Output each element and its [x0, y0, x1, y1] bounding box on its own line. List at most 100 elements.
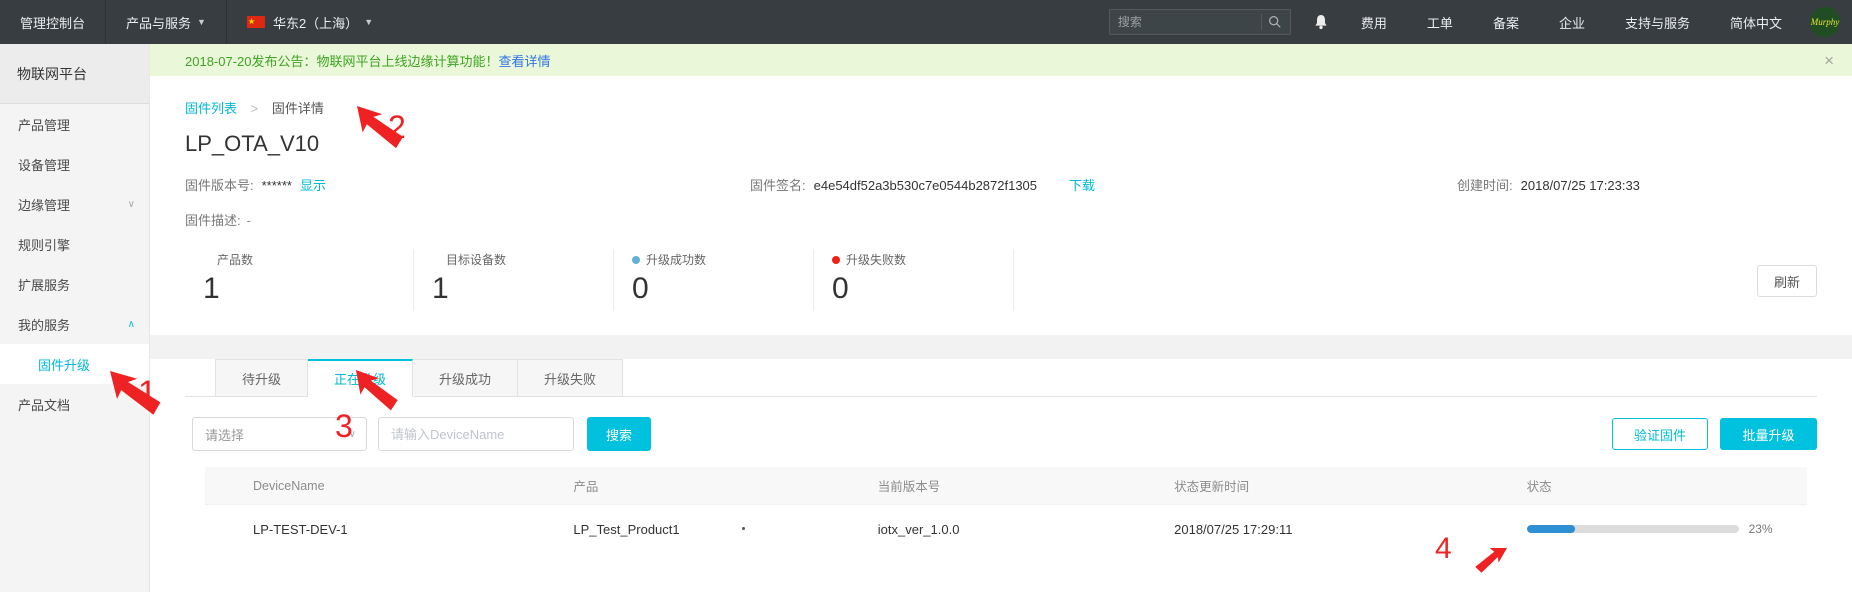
region-selector[interactable]: ★ 华东2（上海） ▼ [227, 0, 393, 44]
iot-console-page: 管理控制台 产品与服务 ▼ ★ 华东2（上海） ▼ 费用 工单 备案 企业 支持… [0, 0, 1852, 592]
sidebar-item-rules-engine[interactable]: 规则引擎 [0, 224, 149, 264]
firmware-version-value: ****** [262, 178, 292, 193]
notification-bell-icon[interactable] [1301, 0, 1341, 44]
nav-enterprise[interactable]: 企业 [1539, 0, 1605, 44]
announcement-banner: 2018-07-20发布公告：物联网平台上线边缘计算功能！ 查看详情 × [150, 44, 1852, 76]
region-label: 华东2（上海） [273, 13, 358, 32]
chevron-down-icon: ∨ [349, 429, 356, 440]
cell-product: LP_Test_Product1 [525, 522, 829, 537]
cell-status-updated: 2018/07/25 17:29:11 [1126, 522, 1478, 537]
cursor-artifact-dot [742, 527, 745, 530]
breadcrumb-current: 固件详情 [272, 101, 324, 116]
nav-tickets-label: 工单 [1427, 13, 1453, 32]
stat-product-count-value: 1 [203, 272, 413, 305]
product-select[interactable]: 请选择 ∨ [192, 417, 367, 451]
banner-close-icon[interactable]: × [1820, 52, 1838, 69]
chevron-down-icon: ∨ [128, 199, 135, 210]
search-button[interactable]: 搜索 [587, 417, 651, 451]
created-time-value: 2018/07/25 17:23:33 [1521, 178, 1640, 193]
cell-current-version: iotx_ver_1.0.0 [830, 522, 1126, 537]
tab-failed[interactable]: 升级失败 [518, 359, 623, 397]
status-tabbar: 待升级 正在升级 升级成功 升级失败 [185, 359, 1817, 397]
firmware-version-field: 固件版本号:******显示 [185, 175, 750, 194]
nav-billing[interactable]: 费用 [1341, 0, 1407, 44]
topbar-search-input[interactable] [1118, 15, 1255, 29]
nav-support[interactable]: 支持与服务 [1605, 0, 1710, 44]
table-row: LP-TEST-DEV-1 LP_Test_Product1 iotx_ver_… [205, 505, 1807, 553]
stat-upgrade-failed: 升级失败数 0 [814, 249, 1014, 311]
sidebar-item-device-mgmt[interactable]: 设备管理 [0, 144, 149, 184]
batch-upgrade-button[interactable]: 批量升级 [1720, 418, 1817, 450]
tab-pending[interactable]: 待升级 [215, 359, 308, 397]
progress-percent-label: 23% [1749, 522, 1773, 536]
col-product: 产品 [525, 476, 829, 495]
nav-icp-label: 备案 [1493, 13, 1519, 32]
nav-enterprise-label: 企业 [1559, 13, 1585, 32]
caret-down-icon: ▼ [364, 17, 373, 27]
nav-support-label: 支持与服务 [1625, 13, 1690, 32]
stats-row: 产品数 1 目标设备数 1 升级成功数 0 升级失败数 0 [185, 249, 1817, 311]
announcement-details-link[interactable]: 查看详情 [499, 51, 551, 70]
nav-language-label: 简体中文 [1730, 13, 1782, 32]
nav-products-label: 产品与服务 [126, 13, 191, 32]
china-flag-icon: ★ [247, 16, 265, 28]
upgrade-status-card: 待升级 正在升级 升级成功 升级失败 请选择 ∨ 搜索 验证固件 批量升级 [150, 359, 1852, 592]
nav-icp[interactable]: 备案 [1473, 0, 1539, 44]
tab-success[interactable]: 升级成功 [413, 359, 518, 397]
sidebar: 物联网平台 产品管理 设备管理 边缘管理∨ 规则引擎 扩展服务 我的服务∧ 固件… [0, 44, 150, 592]
devicename-input[interactable] [378, 417, 574, 451]
col-current-version: 当前版本号 [830, 476, 1126, 495]
caret-down-icon: ▼ [197, 17, 206, 27]
sidebar-item-product-docs[interactable]: 产品文档 [0, 384, 149, 424]
show-version-link[interactable]: 显示 [300, 178, 326, 193]
stat-target-devices-value: 1 [432, 272, 613, 305]
filter-row: 请选择 ∨ 搜索 验证固件 批量升级 [185, 417, 1817, 451]
chevron-up-icon: ∧ [128, 319, 135, 330]
nav-billing-label: 费用 [1361, 13, 1387, 32]
sidebar-item-firmware-upgrade[interactable]: 固件升级 [0, 344, 149, 384]
col-status: 状态 [1479, 476, 1807, 495]
sidebar-title: 物联网平台 [0, 44, 149, 104]
nav-language[interactable]: 简体中文 [1710, 0, 1802, 44]
firmware-description-value: - [247, 213, 251, 228]
progress-track [1527, 525, 1739, 533]
download-link[interactable]: 下载 [1069, 178, 1095, 193]
sidebar-item-edge-mgmt[interactable]: 边缘管理∨ [0, 184, 149, 224]
breadcrumb: 固件列表 > 固件详情 [185, 98, 1817, 117]
tab-upgrading[interactable]: 正在升级 [308, 359, 413, 397]
nav-products-services[interactable]: 产品与服务 ▼ [106, 0, 227, 44]
firmware-signature-field: 固件签名:e4e54df52a3b530c7e0544b2872f1305下载 [750, 175, 1457, 194]
cell-status-progress: 23% [1479, 522, 1807, 536]
col-devicename: DeviceName [205, 479, 525, 493]
nav-console-label: 管理控制台 [20, 13, 85, 32]
success-dot-icon [632, 256, 640, 264]
cell-devicename: LP-TEST-DEV-1 [205, 522, 525, 537]
section-gap [150, 335, 1852, 359]
nav-tickets[interactable]: 工单 [1407, 0, 1473, 44]
sidebar-item-product-mgmt[interactable]: 产品管理 [0, 104, 149, 144]
search-icon[interactable] [1268, 15, 1282, 29]
table-header: DeviceName 产品 当前版本号 状态更新时间 状态 [205, 467, 1807, 505]
topbar-search[interactable] [1109, 9, 1291, 35]
refresh-button[interactable]: 刷新 [1757, 265, 1817, 297]
sidebar-item-my-services[interactable]: 我的服务∧ [0, 304, 149, 344]
stat-target-devices: 目标设备数 1 [414, 249, 614, 311]
stat-product-count: 产品数 1 [185, 249, 414, 311]
user-avatar[interactable]: Murphy [1810, 7, 1840, 37]
verify-firmware-button[interactable]: 验证固件 [1612, 418, 1708, 450]
top-navbar: 管理控制台 产品与服务 ▼ ★ 华东2（上海） ▼ 费用 工单 备案 企业 支持… [0, 0, 1852, 44]
product-select-placeholder: 请选择 [205, 425, 349, 444]
firmware-detail-section: 固件列表 > 固件详情 LP_OTA_V10 固件版本号:******显示 固件… [150, 76, 1852, 335]
fail-dot-icon [832, 256, 840, 264]
nav-console[interactable]: 管理控制台 [0, 0, 106, 44]
announcement-text: 2018-07-20发布公告：物联网平台上线边缘计算功能！ [185, 51, 499, 70]
breadcrumb-separator: > [251, 101, 259, 116]
firmware-signature-value: e4e54df52a3b530c7e0544b2872f1305 [814, 178, 1037, 193]
device-table: DeviceName 产品 当前版本号 状态更新时间 状态 LP-TEST-DE… [205, 467, 1807, 553]
breadcrumb-firmware-list[interactable]: 固件列表 [185, 101, 237, 116]
page-title: LP_OTA_V10 [185, 131, 1817, 157]
sidebar-item-extended-services[interactable]: 扩展服务 [0, 264, 149, 304]
progress-fill [1527, 525, 1576, 533]
created-time-field: 创建时间:2018/07/25 17:23:33 [1457, 175, 1817, 194]
search-divider [1261, 14, 1262, 30]
